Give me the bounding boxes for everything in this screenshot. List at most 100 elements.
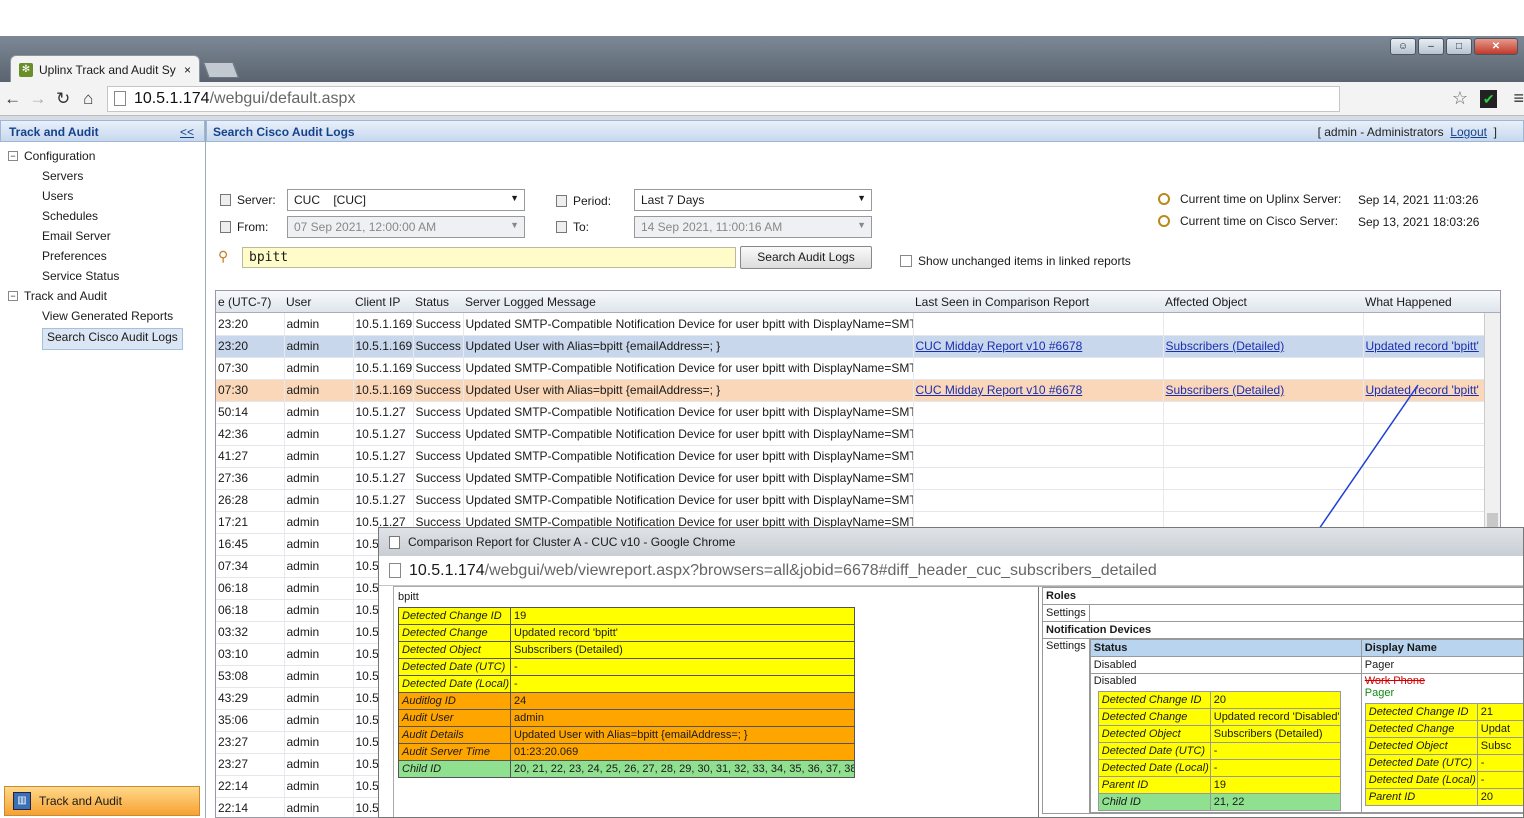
related-records-panel: Roles Settings Notification Devices Sett…: [1042, 587, 1523, 817]
table-row[interactable]: 07:30 admin 10.5.1.169 Success Updated User …: [216, 379, 1485, 402]
new-display-name: Pager: [1364, 687, 1395, 699]
sidebar-item-email-server[interactable]: Email Server: [8, 226, 205, 246]
search-audit-logs-button[interactable]: Search Audit Logs: [740, 246, 872, 269]
detail-row: Detected Object Subscribers (Detailed): [1097, 725, 1341, 743]
tree-node-track-and-audit[interactable]: − Track and Audit: [8, 286, 205, 306]
column-header-status[interactable]: Status: [413, 291, 461, 313]
object-link[interactable]: Subscribers (Detailed): [1166, 339, 1285, 353]
collapse-node-icon[interactable]: −: [8, 291, 18, 301]
cell-user: admin: [284, 555, 354, 578]
device-status: Disabled: [1089, 656, 1362, 674]
cell-report: [913, 467, 1164, 490]
calendar-icon: [220, 221, 231, 233]
user-icon[interactable]: ☺: [1390, 38, 1416, 55]
cell-ip: 10.5.1.27: [353, 401, 414, 424]
cell-status: Success: [413, 357, 464, 380]
cell-what: [1363, 401, 1485, 424]
search-input[interactable]: bpitt: [242, 247, 736, 268]
table-row[interactable]: 50:14 admin 10.5.1.27 Success Updated SMTP-C…: [216, 401, 1485, 424]
sidebar-item-users[interactable]: Users: [8, 186, 205, 206]
column-header-what-happened[interactable]: What Happened: [1363, 291, 1493, 313]
what-link[interactable]: Updated record 'bpitt': [1366, 383, 1479, 397]
detail-value: 21, 22: [1209, 793, 1341, 811]
logout-link[interactable]: Logout: [1450, 125, 1487, 139]
cell-what: [1363, 313, 1485, 336]
detail-row: Detected Object Subscribers (Detailed): [398, 641, 855, 659]
collapse-node-icon[interactable]: −: [8, 151, 18, 161]
maximize-button[interactable]: □: [1446, 38, 1472, 55]
report-link[interactable]: CUC Midday Report v10 #6678: [916, 383, 1083, 397]
cell-time: 22:14: [216, 797, 285, 817]
sidebar-item-service-status[interactable]: Service Status: [8, 266, 205, 286]
reload-icon[interactable]: ↻: [50, 89, 75, 109]
cisco-time-label: Current time on Cisco Server:: [1180, 214, 1339, 228]
close-tab-icon[interactable]: ×: [184, 63, 191, 77]
grid-header: e (UTC-7) User Client IP Status Server L…: [216, 291, 1500, 313]
period-select[interactable]: Last 7 Days ▼: [634, 189, 872, 211]
detail-key: Audit Server Time: [398, 743, 511, 761]
sidebar-item-view-generated-reports[interactable]: View Generated Reports: [8, 306, 205, 326]
column-header-last-seen[interactable]: Last Seen in Comparison Report: [913, 291, 1161, 313]
popup-address-bar[interactable]: 10.5.1.174/webgui/web/viewreport.aspx?br…: [379, 556, 1523, 586]
table-row[interactable]: 23:20 admin 10.5.1.169 Success Updated User …: [216, 335, 1485, 358]
table-row[interactable]: 23:20 admin 10.5.1.169 Success Updated SMTP-…: [216, 313, 1485, 336]
sidebar-item-servers[interactable]: Servers: [8, 166, 205, 186]
table-row[interactable]: 27:36 admin 10.5.1.27 Success Updated SMTP-C…: [216, 467, 1485, 490]
sidebar-item-schedules[interactable]: Schedules: [8, 206, 205, 226]
cell-status: Success: [413, 335, 464, 358]
chrome-menu-icon[interactable]: ≡: [1513, 88, 1524, 109]
cell-ip: 10.5.1.169: [353, 379, 414, 402]
cell-time: 35:06: [216, 709, 285, 732]
cell-time: 23:27: [216, 731, 285, 754]
sidebar-item-preferences[interactable]: Preferences: [8, 246, 205, 266]
cell-msg: Updated SMTP-Compatible Notification Dev…: [463, 445, 914, 468]
detail-row: Detected Date (Local) -: [1097, 759, 1341, 777]
home-icon[interactable]: ⌂: [76, 89, 101, 109]
detail-value: Updated record 'bpitt': [510, 624, 855, 642]
column-header-affected-object[interactable]: Affected Object: [1163, 291, 1361, 313]
extension-icon[interactable]: ✔: [1480, 89, 1498, 108]
cell-object: Subscribers (Detailed): [1163, 379, 1364, 402]
detail-key: Child ID: [398, 760, 511, 778]
cell-report: [913, 313, 1164, 336]
tree-node-configuration[interactable]: − Configuration: [8, 146, 205, 166]
server-select[interactable]: CUC [CUC] ▼: [287, 189, 525, 211]
detail-value: -: [1209, 759, 1341, 777]
back-icon[interactable]: ←: [0, 89, 25, 109]
detail-key: Detected Change: [1364, 720, 1478, 738]
bookmark-star-icon[interactable]: ☆: [1452, 88, 1468, 109]
minimize-button[interactable]: –: [1418, 38, 1444, 55]
address-bar[interactable]: 10.5.1.174/webgui/default.aspx: [106, 85, 1340, 112]
track-and-audit-nav-button[interactable]: ▥ Track and Audit: [4, 786, 200, 816]
close-window-button[interactable]: ✕: [1474, 38, 1518, 55]
object-link[interactable]: Subscribers (Detailed): [1166, 383, 1285, 397]
table-row[interactable]: 42:36 admin 10.5.1.27 Success Updated SMTP-C…: [216, 423, 1485, 446]
show-unchanged-checkbox-group[interactable]: Show unchanged items in linked reports: [900, 254, 1131, 268]
table-row[interactable]: 26:28 admin 10.5.1.27 Success Updated SMTP-C…: [216, 489, 1485, 512]
collapse-sidebar-link[interactable]: <<: [180, 125, 194, 139]
column-header-user[interactable]: User: [284, 291, 352, 313]
detail-row: Detected Change Updat: [1364, 720, 1523, 738]
column-header-client-ip[interactable]: Client IP: [353, 291, 411, 313]
from-date-select[interactable]: 07 Sep 2021, 12:00:00 AM ▼: [287, 216, 525, 238]
show-unchanged-checkbox[interactable]: [900, 255, 912, 267]
column-header-time[interactable]: e (UTC-7): [216, 291, 282, 313]
to-date-select[interactable]: 14 Sep 2021, 11:00:16 AM ▼: [634, 216, 872, 238]
forward-icon[interactable]: →: [25, 89, 50, 109]
new-tab-button[interactable]: [203, 62, 239, 78]
sidebar-item-search-cisco-audit-logs[interactable]: Search Cisco Audit Logs: [42, 328, 183, 350]
table-row[interactable]: 07:30 admin 10.5.1.169 Success Updated SMTP-…: [216, 357, 1485, 380]
what-link[interactable]: Updated record 'bpitt': [1366, 339, 1479, 353]
detail-row: Detected Change ID 21: [1364, 703, 1523, 721]
table-row[interactable]: 41:27 admin 10.5.1.27 Success Updated SMTP-C…: [216, 445, 1485, 468]
devices-cell: Status Display Name Disabled Pager Disable…: [1088, 638, 1523, 814]
detail-value: -: [1476, 754, 1523, 772]
column-header-message[interactable]: Server Logged Message: [463, 291, 911, 313]
report-chart-icon: ▥: [13, 792, 31, 810]
cell-status: Success: [413, 467, 464, 490]
report-link[interactable]: CUC Midday Report v10 #6678: [916, 339, 1083, 353]
browser-tab[interactable]: ✻ Uplinx Track and Audit Sy ×: [10, 55, 200, 83]
tab-strip: ☺ – □ ✕ ✻ Uplinx Track and Audit Sy ×: [0, 36, 1524, 83]
old-display-name: Work Phone: [1364, 675, 1426, 687]
search-icon: ⚲: [218, 248, 229, 264]
